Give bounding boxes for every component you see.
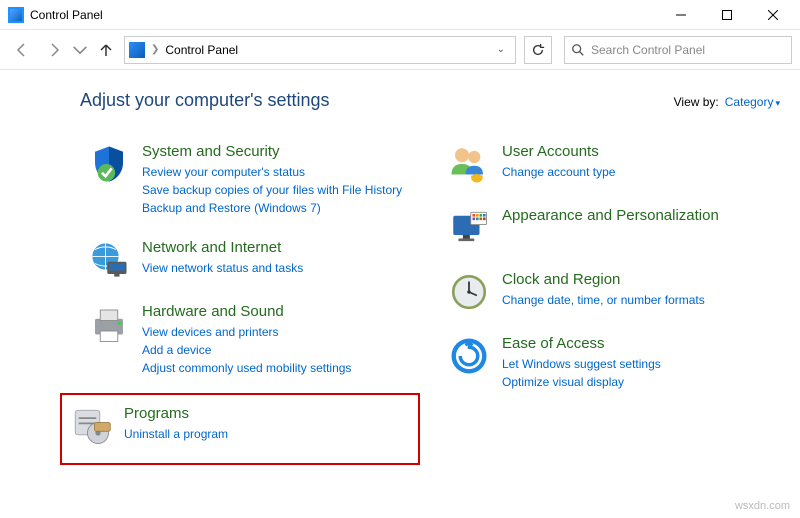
back-button[interactable] [8,36,36,64]
category-link[interactable]: Optimize visual display [502,373,772,391]
category-hardware: Hardware and Sound View devices and prin… [80,297,420,383]
category-system-security: System and Security Review your computer… [80,137,420,223]
watermark: wsxdn.com [735,500,790,512]
category-title[interactable]: Hardware and Sound [142,303,412,321]
close-button[interactable] [750,0,796,30]
content-header: Adjust your computer's settings View by:… [80,90,780,111]
view-by-label: View by: [674,95,719,109]
category-title[interactable]: System and Security [142,143,412,161]
category-link[interactable]: Change account type [502,163,772,181]
window-title: Control Panel [30,8,103,22]
category-column-right: User Accounts Change account type Appear… [440,137,780,475]
category-title[interactable]: Clock and Region [502,271,772,289]
search-placeholder: Search Control Panel [591,43,705,57]
category-column-left: System and Security Review your computer… [80,137,420,475]
control-panel-icon [8,7,24,23]
appearance-icon [448,207,490,249]
category-link[interactable]: Uninstall a program [124,425,410,443]
category-title[interactable]: Programs [124,405,410,423]
category-link[interactable]: Add a device [142,341,412,359]
ease-of-access-icon [448,335,490,377]
up-button[interactable] [92,36,120,64]
chevron-right-icon[interactable]: ❯ [151,44,159,55]
printer-icon [88,303,130,345]
category-appearance: Appearance and Personalization [440,201,780,255]
navbar: ❯ Control Panel ⌄ Search Control Panel [0,30,800,70]
breadcrumb-item[interactable]: Control Panel [165,43,238,57]
clock-icon [448,271,490,313]
view-by-value: Category [725,95,774,109]
recent-locations-button[interactable] [72,36,88,64]
view-by-dropdown[interactable]: Category▾ [725,95,780,109]
search-input[interactable]: Search Control Panel [564,36,792,64]
shield-icon [88,143,130,185]
category-link[interactable]: View network status and tasks [142,259,412,277]
maximize-button[interactable] [704,0,750,30]
globe-network-icon [88,239,130,281]
category-link[interactable]: Review your computer's status [142,163,412,181]
category-network: Network and Internet View network status… [80,233,420,287]
titlebar: Control Panel [0,0,800,30]
programs-icon [70,405,112,447]
address-dropdown-button[interactable]: ⌄ [491,44,511,55]
category-programs: Programs Uninstall a program [60,393,420,465]
user-accounts-icon [448,143,490,185]
category-ease-of-access: Ease of Access Let Windows suggest setti… [440,329,780,397]
category-link[interactable]: View devices and printers [142,323,412,341]
refresh-button[interactable] [524,36,552,64]
category-link[interactable]: Let Windows suggest settings [502,355,772,373]
category-title[interactable]: User Accounts [502,143,772,161]
address-bar-icon [129,42,145,58]
category-link[interactable]: Backup and Restore (Windows 7) [142,199,412,217]
category-title[interactable]: Appearance and Personalization [502,207,772,225]
minimize-button[interactable] [658,0,704,30]
forward-button[interactable] [40,36,68,64]
chevron-down-icon: ▾ [775,98,780,108]
search-icon [571,43,585,57]
page-heading: Adjust your computer's settings [80,90,674,111]
category-link[interactable]: Adjust commonly used mobility settings [142,359,412,377]
category-link[interactable]: Change date, time, or number formats [502,291,772,309]
category-title[interactable]: Ease of Access [502,335,772,353]
category-user-accounts: User Accounts Change account type [440,137,780,191]
category-link[interactable]: Save backup copies of your files with Fi… [142,181,412,199]
category-clock: Clock and Region Change date, time, or n… [440,265,780,319]
category-title[interactable]: Network and Internet [142,239,412,257]
address-bar[interactable]: ❯ Control Panel ⌄ [124,36,516,64]
content-area: Adjust your computer's settings View by:… [0,70,800,495]
